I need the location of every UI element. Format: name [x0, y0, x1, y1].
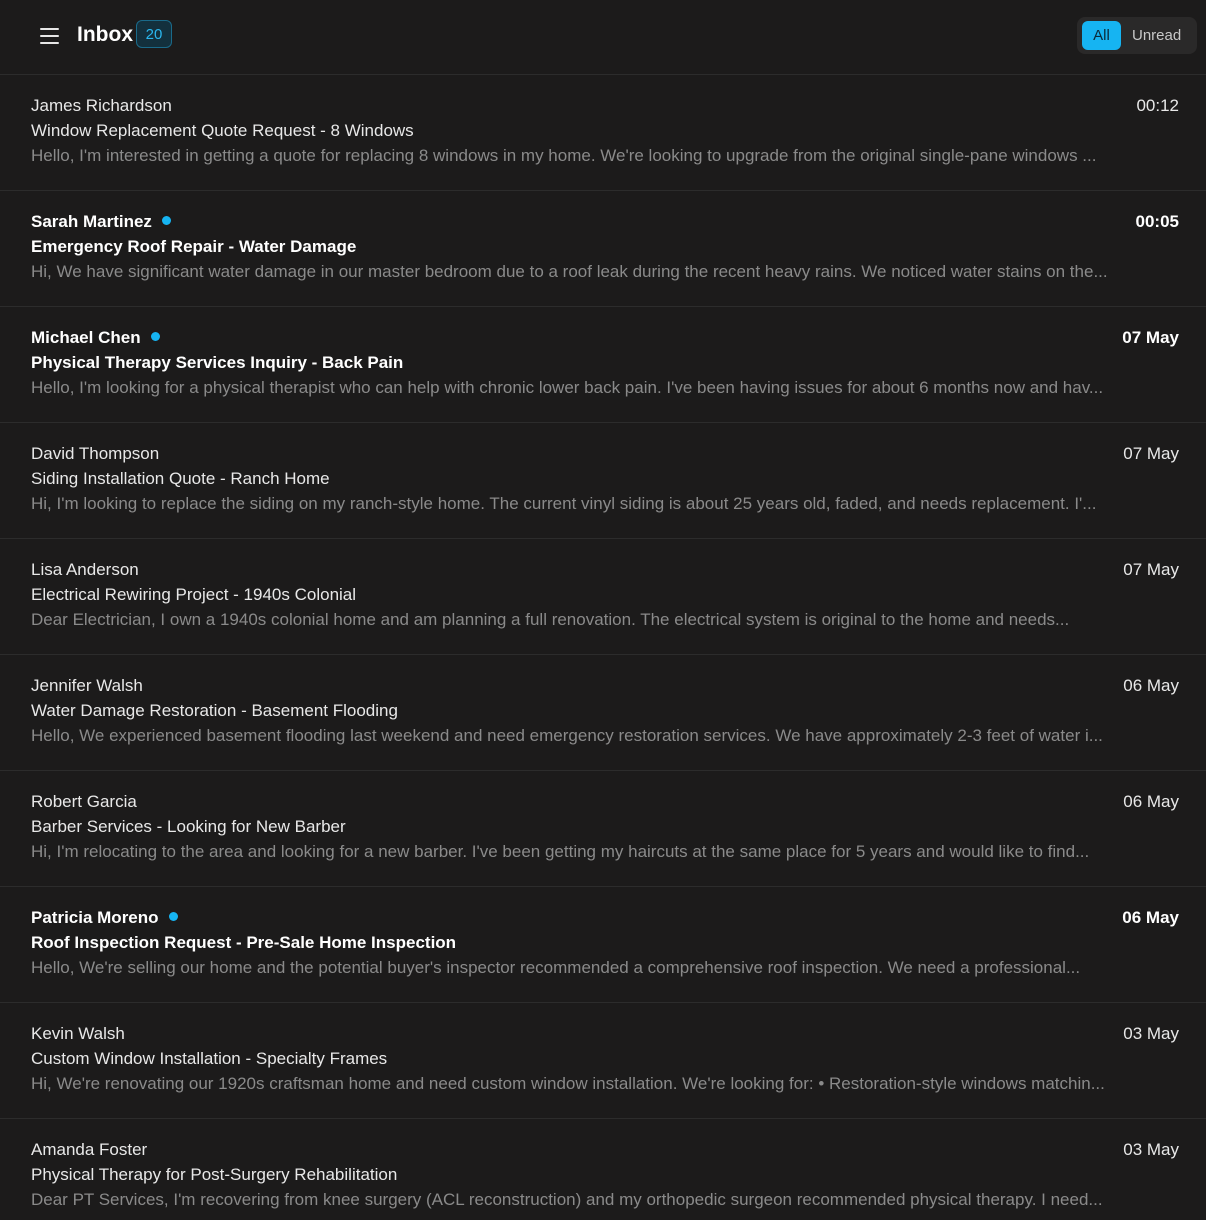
- unread-dot-icon: [161, 216, 171, 226]
- message-sender: James Richardson: [31, 96, 172, 115]
- message-time: 07 May: [1123, 444, 1179, 463]
- unread-dot-icon: [150, 332, 160, 342]
- message-time: 06 May: [1122, 908, 1179, 927]
- message-preview: Hello, We experienced basement flooding …: [31, 726, 1103, 745]
- message-subject: Physical Therapy Services Inquiry - Back…: [31, 353, 404, 372]
- message-row[interactable]: James Richardson 00:12 Window Replacemen…: [0, 75, 1206, 191]
- message-preview: Dear PT Services, I'm recovering from kn…: [31, 1190, 1103, 1209]
- message-time: 06 May: [1123, 676, 1179, 695]
- message-sender: Michael Chen: [31, 328, 141, 347]
- message-preview: Dear Electrician, I own a 1940s colonial…: [31, 610, 1070, 629]
- message-row[interactable]: Sarah Martinez 00:05 Emergency Roof Repa…: [0, 191, 1206, 307]
- message-preview: Hi, We're renovating our 1920s craftsman…: [31, 1074, 1105, 1093]
- message-preview: Hi, I'm relocating to the area and looki…: [31, 842, 1090, 861]
- message-sender: Sarah Martinez: [31, 212, 152, 231]
- unread-dot-icon: [168, 912, 178, 922]
- message-preview: Hello, I'm looking for a physical therap…: [31, 378, 1104, 397]
- message-sender: Lisa Anderson: [31, 560, 139, 579]
- filter-all-button[interactable]: All: [1082, 21, 1121, 50]
- message-row[interactable]: Amanda Foster 03 May Physical Therapy fo…: [0, 1119, 1206, 1220]
- message-sender: Amanda Foster: [31, 1140, 148, 1159]
- message-row[interactable]: Kevin Walsh 03 May Custom Window Install…: [0, 1003, 1206, 1119]
- page-title: Inbox: [77, 23, 133, 46]
- filter-unread-button[interactable]: Unread: [1132, 21, 1181, 50]
- message-row[interactable]: David Thompson 07 May Siding Installatio…: [0, 423, 1206, 539]
- message-subject: Roof Inspection Request - Pre-Sale Home …: [31, 933, 457, 952]
- message-sender: Patricia Moreno: [31, 908, 159, 927]
- message-row[interactable]: Jennifer Walsh 06 May Water Damage Resto…: [0, 655, 1206, 771]
- message-time: 06 May: [1123, 792, 1179, 811]
- inbox-count-badge: 20: [136, 20, 172, 48]
- message-time: 03 May: [1123, 1024, 1179, 1043]
- message-list: James Richardson 00:12 Window Replacemen…: [0, 75, 1206, 1220]
- message-subject: Window Replacement Quote Request - 8 Win…: [31, 121, 414, 140]
- message-time: 03 May: [1123, 1140, 1179, 1159]
- message-sender: David Thompson: [31, 444, 160, 463]
- message-subject: Siding Installation Quote - Ranch Home: [31, 469, 330, 488]
- message-subject: Physical Therapy for Post-Surgery Rehabi…: [31, 1165, 398, 1184]
- message-subject: Electrical Rewiring Project - 1940s Colo…: [31, 585, 357, 604]
- filter-toggle-group: All Unread: [1077, 17, 1197, 54]
- message-subject: Water Damage Restoration - Basement Floo…: [31, 701, 398, 720]
- message-subject: Custom Window Installation - Specialty F…: [31, 1049, 388, 1068]
- message-preview: Hi, We have significant water damage in …: [31, 262, 1108, 281]
- message-row[interactable]: Michael Chen 07 May Physical Therapy Ser…: [0, 307, 1206, 423]
- message-subject: Barber Services - Looking for New Barber: [31, 817, 346, 836]
- message-time: 00:12: [1136, 96, 1179, 115]
- hamburger-menu-icon[interactable]: [36, 24, 62, 48]
- message-sender: Jennifer Walsh: [31, 676, 143, 695]
- message-subject: Emergency Roof Repair - Water Damage: [31, 237, 357, 256]
- message-time: 07 May: [1122, 328, 1179, 347]
- message-sender: Robert Garcia: [31, 792, 137, 811]
- message-sender: Kevin Walsh: [31, 1024, 125, 1043]
- message-time: 00:05: [1135, 212, 1179, 231]
- message-time: 07 May: [1123, 560, 1179, 579]
- message-row[interactable]: Patricia Moreno 06 May Roof Inspection R…: [0, 887, 1206, 1003]
- inbox-header: Inbox 20 All Unread: [0, 0, 1206, 75]
- message-row[interactable]: Robert Garcia 06 May Barber Services - L…: [0, 771, 1206, 887]
- message-row[interactable]: Lisa Anderson 07 May Electrical Rewiring…: [0, 539, 1206, 655]
- message-preview: Hi, I'm looking to replace the siding on…: [31, 494, 1097, 513]
- message-preview: Hello, I'm interested in getting a quote…: [31, 146, 1097, 165]
- message-preview: Hello, We're selling our home and the po…: [31, 958, 1081, 977]
